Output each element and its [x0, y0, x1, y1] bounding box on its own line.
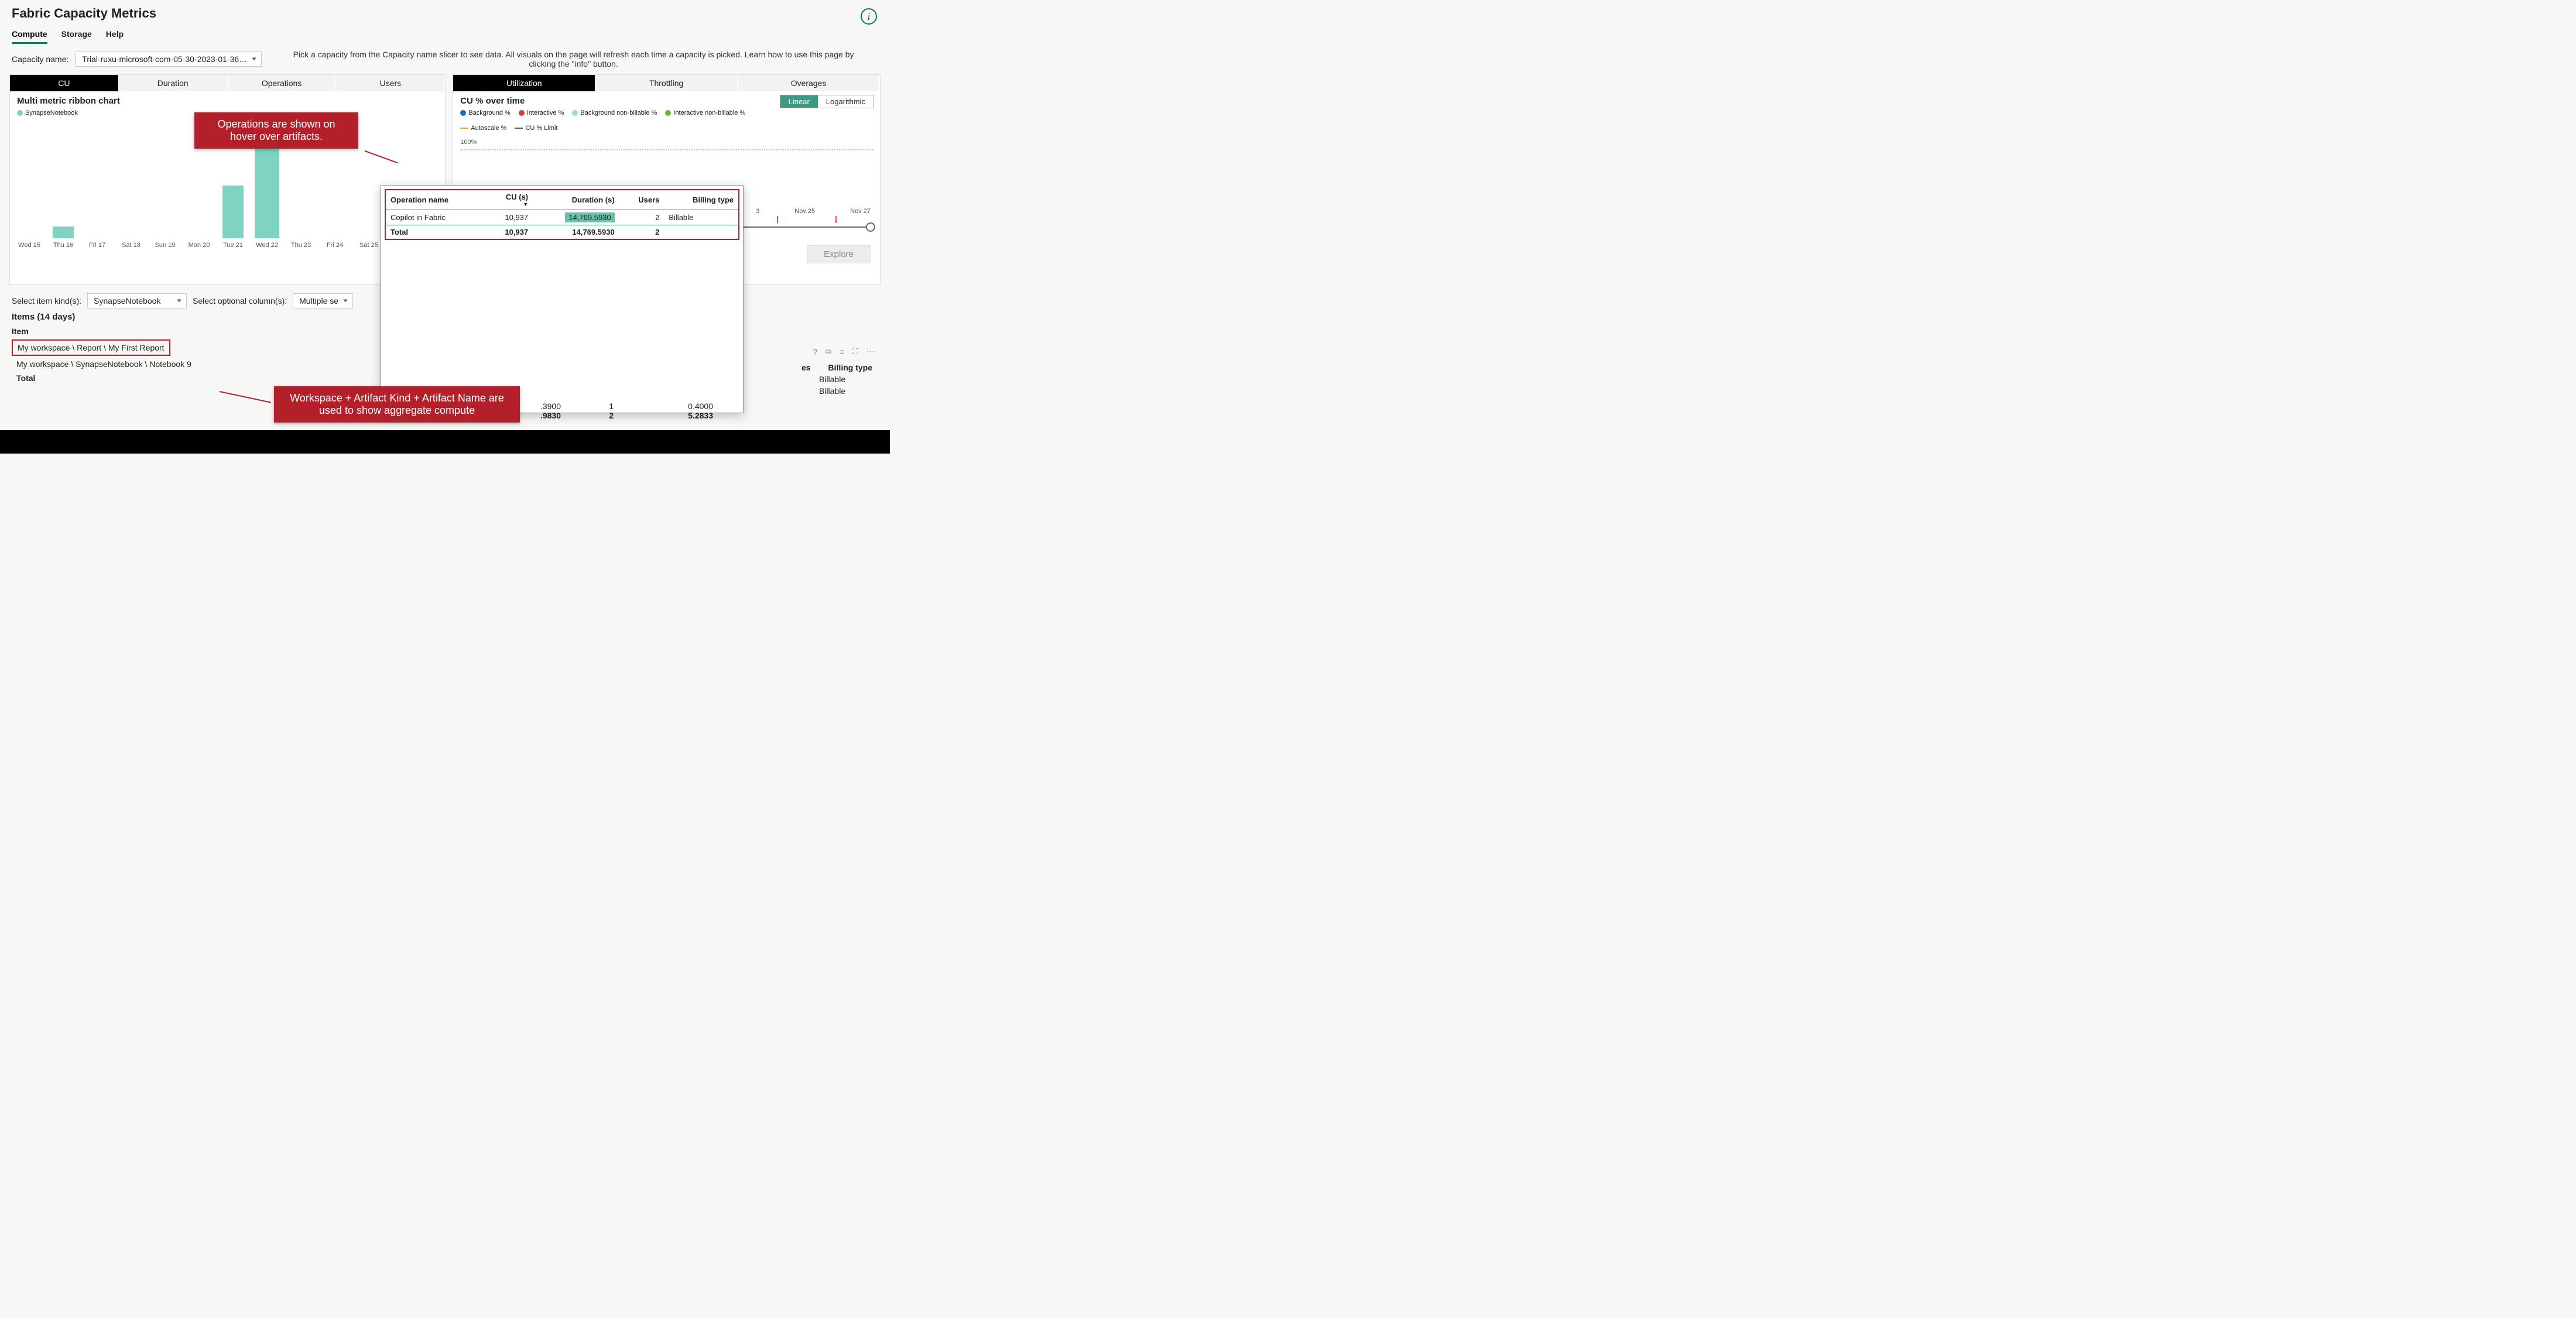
- tab-storage[interactable]: Storage: [61, 26, 92, 44]
- tab-compute[interactable]: Compute: [12, 26, 47, 44]
- billing-column: es Billing type Billable Billable: [801, 363, 872, 396]
- item-kind-dropdown[interactable]: SynapseNotebook: [87, 293, 187, 308]
- col-operation[interactable]: Operation name: [386, 190, 485, 210]
- info-icon[interactable]: i: [861, 8, 877, 25]
- bottom-black-bar: [0, 430, 890, 454]
- tooltip-total-row: Total 10,937 14,769.5930 2: [386, 225, 738, 239]
- legend-label: SynapseNotebook: [25, 109, 78, 116]
- explore-button[interactable]: Explore: [807, 245, 871, 263]
- linear-button[interactable]: Linear: [780, 95, 818, 108]
- page-title: Fabric Capacity Metrics: [0, 0, 890, 23]
- tooltip-table-wrap: Operation name CU (s)▼ Duration (s) User…: [385, 189, 739, 240]
- timeline-knob[interactable]: [866, 222, 875, 232]
- callout-hover: Operations are shown on hover over artif…: [194, 112, 358, 149]
- help-icon[interactable]: ?: [813, 347, 817, 356]
- col-billing[interactable]: Billing type: [664, 190, 738, 210]
- cu-chart[interactable]: 100% 3 Nov 25 Nov 27 Explore: [453, 133, 880, 162]
- highlighted-duration: 14,769.5930: [565, 212, 614, 222]
- left-chart-title: Multi metric ribbon chart: [10, 91, 445, 107]
- tooltip-table: Operation name CU (s)▼ Duration (s) User…: [386, 190, 738, 239]
- legend-swatch: [17, 110, 23, 116]
- tab-operations[interactable]: Operations: [228, 75, 337, 91]
- col-users[interactable]: Users: [619, 190, 664, 210]
- tab-help[interactable]: Help: [106, 26, 124, 44]
- col-cu[interactable]: CU (s)▼: [485, 190, 533, 210]
- logarithmic-button[interactable]: Logarithmic: [818, 95, 873, 108]
- left-x-axis: Wed 15 Thu 16 Fri 17 Sat 18 Sun 19 Mon 2…: [10, 241, 445, 255]
- left-metric-tabs: CU Duration Operations Users: [10, 75, 445, 91]
- col-duration[interactable]: Duration (s): [533, 190, 619, 210]
- tab-duration[interactable]: Duration: [119, 75, 228, 91]
- more-icon[interactable]: ⋯: [866, 346, 875, 356]
- sort-desc-icon: ▼: [489, 201, 528, 207]
- right-legend: Background % Interactive % Background no…: [453, 107, 779, 133]
- cu-limit-line: [460, 149, 873, 155]
- copy-icon[interactable]: ⧉: [825, 346, 831, 356]
- visual-toolbar: ? ⧉ ≡ ⛶ ⋯: [813, 346, 875, 356]
- tooltip-row[interactable]: Copilot in Fabric 10,937 14,769.5930 2 B…: [386, 210, 738, 225]
- breadcrumb[interactable]: My workspace \ Report \ My First Report: [12, 339, 170, 356]
- helper-text: Pick a capacity from the Capacity name s…: [269, 50, 878, 68]
- col-billing-type[interactable]: Billing type: [828, 363, 872, 372]
- item-kind-label: Select item kind(s):: [12, 296, 81, 306]
- tab-cu[interactable]: CU: [10, 75, 119, 91]
- y-100-label: 100%: [460, 139, 477, 146]
- capacity-name-value: Trial-ruxu-microsoft-com-05-30-2023-01-3…: [82, 54, 247, 64]
- operation-tooltip: Operation name CU (s)▼ Duration (s) User…: [381, 185, 744, 413]
- tab-users[interactable]: Users: [336, 75, 445, 91]
- capacity-name-label: Capacity name:: [12, 54, 68, 64]
- tab-overages[interactable]: Overages: [738, 75, 880, 91]
- focus-icon[interactable]: ⛶: [852, 346, 858, 356]
- col-es[interactable]: es: [801, 363, 811, 372]
- filter-icon[interactable]: ≡: [840, 347, 844, 356]
- optional-cols-label: Select optional column(s):: [193, 296, 287, 306]
- main-tabs: Compute Storage Help: [0, 23, 890, 44]
- items-vals: .3900 1 0.4000 .9830 2 5.2833: [526, 401, 713, 420]
- optional-cols-dropdown[interactable]: Multiple se: [293, 293, 353, 308]
- scale-toggle: Linear Logarithmic: [780, 95, 874, 108]
- callout-breadcrumb: Workspace + Artifact Kind + Artifact Nam…: [274, 386, 520, 423]
- tab-throttling[interactable]: Throttling: [595, 75, 738, 91]
- tab-utilization[interactable]: Utilization: [453, 75, 595, 91]
- capacity-name-dropdown[interactable]: Trial-ruxu-microsoft-com-05-30-2023-01-3…: [76, 52, 262, 67]
- callout-line-2: [220, 391, 271, 403]
- right-x-dates: 3 Nov 25 Nov 27: [756, 208, 871, 215]
- right-metric-tabs: Utilization Throttling Overages: [453, 75, 880, 91]
- slicer-row: Capacity name: Trial-ruxu-microsoft-com-…: [0, 44, 890, 74]
